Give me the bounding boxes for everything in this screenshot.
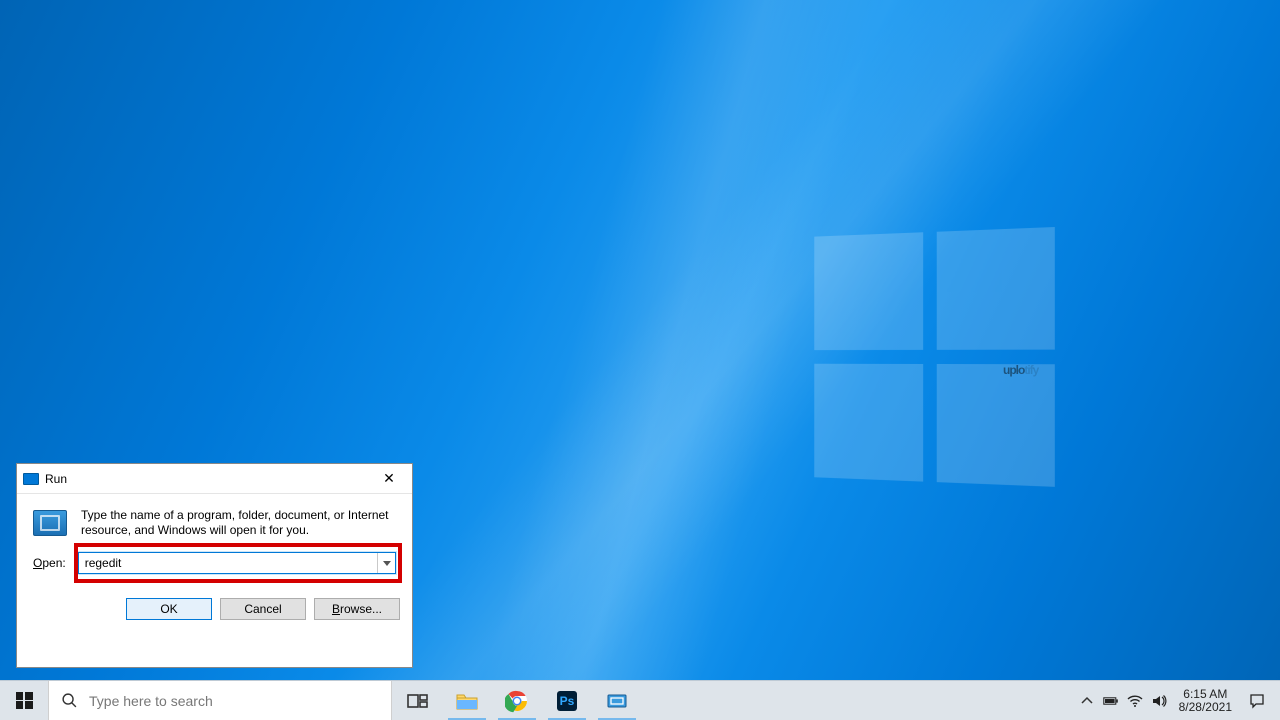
chevron-down-icon[interactable] — [377, 553, 395, 573]
run-taskbar-icon — [605, 689, 629, 713]
open-input[interactable] — [79, 553, 377, 573]
search-icon — [49, 692, 89, 709]
run-app-icon — [23, 473, 39, 485]
cancel-button[interactable]: Cancel — [220, 598, 306, 620]
wifi-button[interactable] — [1123, 693, 1147, 709]
photoshop-icon: Ps — [555, 689, 579, 713]
open-label: Open: — [33, 556, 66, 570]
run-dialog: Run ✕ Type the name of a program, folder… — [16, 463, 413, 668]
run-taskbar-button[interactable] — [592, 681, 642, 720]
run-description: Type the name of a program, folder, docu… — [81, 508, 396, 538]
open-combobox[interactable] — [78, 552, 396, 574]
desktop-wallpaper: uplotify Run ✕ Type the name of a progra… — [0, 0, 1280, 720]
windows-start-icon — [16, 692, 33, 709]
task-view-button[interactable] — [392, 681, 442, 720]
run-title: Run — [45, 472, 366, 486]
notification-icon — [1249, 693, 1265, 709]
wifi-icon — [1127, 693, 1143, 709]
photoshop-button[interactable]: Ps — [542, 681, 592, 720]
search-placeholder: Type here to search — [89, 693, 213, 709]
system-tray: 6:15 AM 8/28/2021 — [1075, 681, 1280, 720]
watermark-text: uplotify — [1003, 330, 1038, 385]
run-title-bar[interactable]: Run ✕ — [17, 464, 412, 494]
chrome-icon — [505, 689, 529, 713]
clock-time: 6:15 AM — [1179, 688, 1232, 701]
start-button[interactable] — [0, 681, 48, 720]
battery-icon — [1103, 693, 1119, 709]
taskbar-clock[interactable]: 6:15 AM 8/28/2021 — [1171, 688, 1240, 714]
chevron-up-icon — [1079, 693, 1095, 709]
task-view-icon — [405, 689, 429, 713]
file-explorer-button[interactable] — [442, 681, 492, 720]
action-center-button[interactable] — [1240, 693, 1274, 709]
taskbar-search[interactable]: Type here to search — [48, 681, 392, 720]
close-icon[interactable]: ✕ — [366, 464, 412, 494]
ok-button[interactable]: OK — [126, 598, 212, 620]
tray-overflow-button[interactable] — [1075, 693, 1099, 709]
speaker-icon — [1151, 693, 1167, 709]
task-buttons: Ps — [392, 681, 642, 720]
volume-button[interactable] — [1147, 693, 1171, 709]
run-dialog-icon — [33, 510, 67, 536]
clock-date: 8/28/2021 — [1179, 701, 1232, 714]
browse-button[interactable]: Browse... — [314, 598, 400, 620]
chrome-button[interactable] — [492, 681, 542, 720]
taskbar: Type here to search — [0, 680, 1280, 720]
folder-icon — [455, 689, 479, 713]
battery-button[interactable] — [1099, 693, 1123, 709]
svg-text:Ps: Ps — [560, 694, 575, 708]
